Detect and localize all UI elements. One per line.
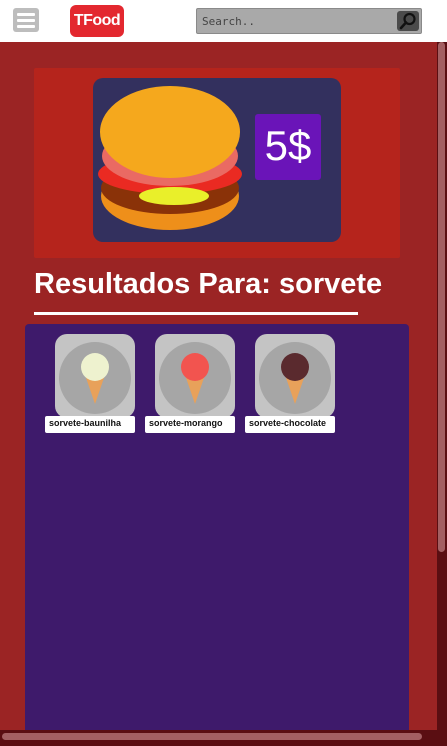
product-image[interactable]	[55, 334, 135, 418]
vertical-scrollbar[interactable]	[437, 42, 447, 732]
horizontal-scrollbar[interactable]	[0, 730, 447, 746]
burger-icon	[98, 86, 242, 230]
horizontal-scroll-thumb[interactable]	[2, 733, 422, 740]
product-card-baunilha[interactable]: sorvete-baunilha	[45, 334, 135, 434]
search-input[interactable]	[197, 9, 393, 33]
search-icon	[399, 12, 416, 30]
heading-underline	[34, 312, 358, 315]
hamburger-icon[interactable]	[13, 8, 39, 32]
promo-card: 5$	[93, 78, 341, 242]
top-navbar: TFood	[0, 0, 447, 42]
ice-cream-icon	[281, 353, 309, 404]
price-tag: 5$	[255, 114, 321, 180]
search-box	[196, 8, 422, 34]
ice-cream-icon	[181, 353, 209, 404]
product-image[interactable]	[155, 334, 235, 418]
product-label[interactable]: sorvete-baunilha	[45, 416, 135, 433]
results-heading: Resultados Para: sorvete	[34, 268, 383, 300]
ice-cream-icon	[81, 353, 109, 404]
product-label[interactable]: sorvete-chocolate	[245, 416, 335, 433]
product-card-chocolate[interactable]: sorvete-chocolate	[245, 334, 335, 434]
results-grid: sorvete-baunilha sorvete-morango sorvete…	[25, 324, 409, 744]
promo-banner[interactable]: 5$	[34, 68, 400, 258]
product-label[interactable]: sorvete-morango	[145, 416, 235, 433]
search-button[interactable]	[397, 11, 419, 31]
product-card-morango[interactable]: sorvete-morango	[145, 334, 235, 434]
product-image[interactable]	[255, 334, 335, 418]
vertical-scroll-thumb[interactable]	[438, 42, 445, 552]
tfood-logo[interactable]: TFood	[70, 5, 124, 37]
